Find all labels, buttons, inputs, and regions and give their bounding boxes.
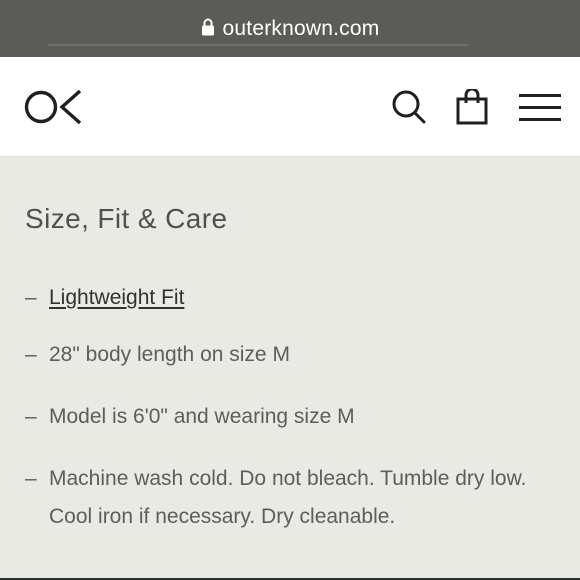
list-item-text: 28" body length on size M — [49, 343, 290, 366]
dash-bullet: – — [25, 286, 37, 309]
browser-url-bar[interactable]: outerknown.com — [0, 0, 580, 57]
dash-bullet: – — [25, 343, 37, 366]
list-item-text: Machine wash cold. Do not bleach. Tumble… — [49, 467, 527, 528]
list-item: – Machine wash cold. Do not bleach. Tumb… — [25, 460, 565, 536]
list-item: – 28" body length on size M — [25, 336, 565, 374]
url-text: outerknown.com — [222, 16, 380, 40]
scrolled-content-shadow — [48, 44, 468, 52]
list-item: – Model is 6'0" and wearing size M — [25, 398, 565, 436]
list-item: – Lightweight Fit — [25, 279, 565, 317]
section-title: Size, Fit & Care — [25, 203, 228, 234]
outerknown-logo[interactable] — [24, 89, 82, 130]
hamburger-menu-icon[interactable] — [519, 89, 561, 130]
site-header — [0, 57, 580, 157]
lock-icon — [201, 18, 215, 42]
dash-bullet: – — [25, 405, 37, 428]
search-icon[interactable] — [391, 89, 427, 130]
list-item-text: Model is 6'0" and wearing size M — [49, 405, 355, 428]
dash-bullet: – — [25, 467, 37, 490]
shopping-bag-icon[interactable] — [456, 87, 488, 130]
lightweight-fit-link[interactable]: Lightweight Fit — [49, 279, 184, 317]
